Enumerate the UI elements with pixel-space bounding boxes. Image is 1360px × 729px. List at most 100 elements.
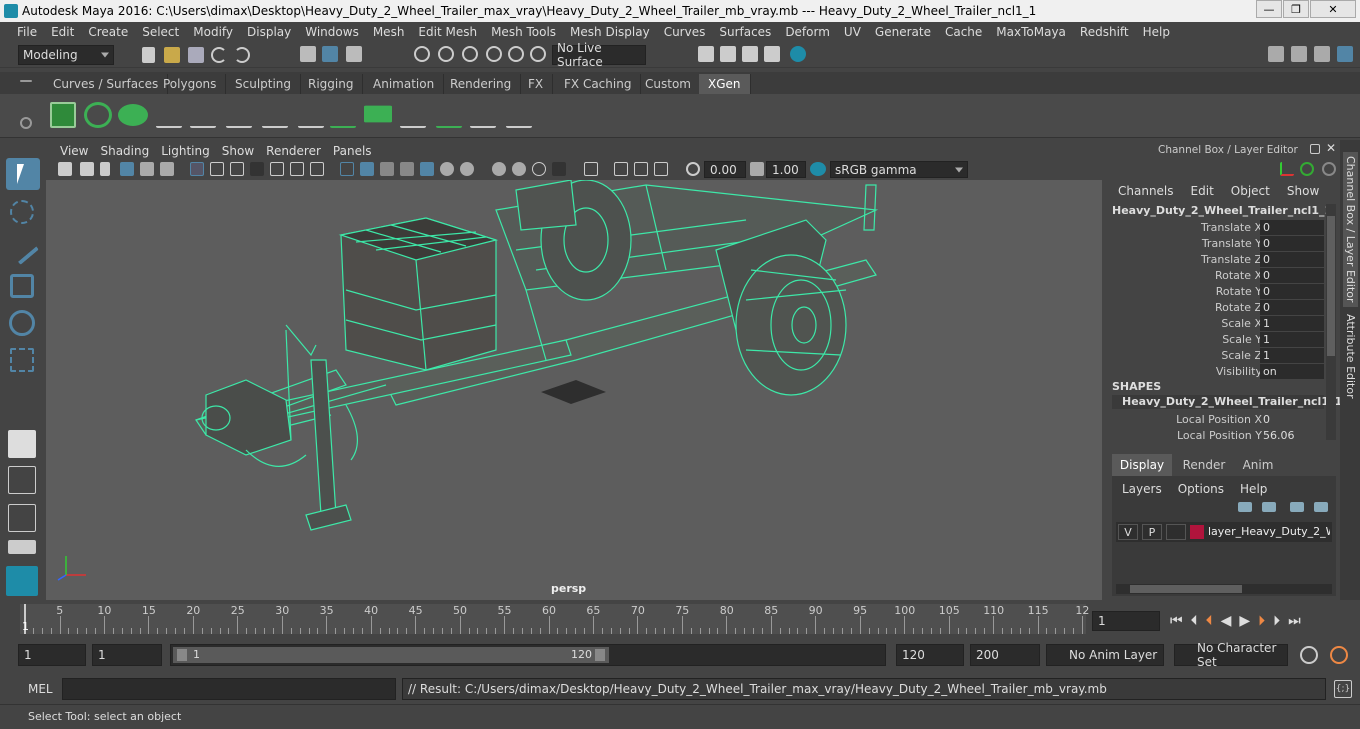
select-by-hierarchy-icon[interactable]	[300, 46, 316, 62]
character-set-dropdown[interactable]: No Character Set	[1174, 641, 1288, 669]
menu-edit-mesh[interactable]: Edit Mesh	[411, 25, 484, 39]
smooth-shade-icon[interactable]	[360, 162, 374, 176]
layer-row[interactable]: V P layer_Heavy_Duty_2_Wheel_Trailer	[1116, 522, 1332, 542]
menu-select[interactable]: Select	[135, 25, 186, 39]
menu-mesh-display[interactable]: Mesh Display	[563, 25, 657, 39]
resolution-gate-icon[interactable]	[230, 162, 244, 176]
hypershade-icon[interactable]	[790, 46, 806, 62]
gamma-icon[interactable]	[750, 162, 764, 176]
move-tool-icon[interactable]	[10, 274, 34, 298]
menu-create[interactable]: Create	[81, 25, 135, 39]
undo-icon[interactable]	[211, 47, 227, 63]
maximize-button[interactable]: ❐	[1283, 0, 1309, 18]
menu-deform[interactable]: Deform	[778, 25, 837, 39]
select-tool-icon[interactable]	[6, 158, 40, 190]
object-name[interactable]: Heavy_Duty_2_Wheel_Trailer_ncl1_1	[1112, 204, 1332, 217]
field-chart-icon[interactable]	[270, 162, 284, 176]
menu-surfaces[interactable]: Surfaces	[712, 25, 778, 39]
backface-culling-icon[interactable]	[654, 162, 668, 176]
playback-end-field[interactable]: 120	[896, 644, 964, 666]
grease-pencil-icon[interactable]	[160, 162, 174, 176]
attr-scale-x[interactable]: Scale X1	[1104, 316, 1340, 332]
shelf-tab-curves-surfaces[interactable]: Curves / Surfaces	[44, 74, 169, 94]
show-guides-icon[interactable]	[262, 100, 288, 128]
exposure-icon[interactable]	[686, 162, 700, 176]
step-back-key-icon[interactable]: ⏴	[1206, 613, 1213, 629]
shelf-tab-rendering[interactable]: Rendering	[441, 74, 522, 94]
two-d-pan-zoom-icon[interactable]	[140, 162, 154, 176]
attr-scale-z[interactable]: Scale Z1	[1104, 348, 1340, 364]
shelf-tab-animation[interactable]: Animation	[364, 74, 445, 94]
attr-local-position-y[interactable]: Local Position Y 56.06	[1104, 428, 1340, 444]
bookmark-icon[interactable]	[100, 162, 110, 176]
range-slider-handle[interactable]: 1 120	[173, 647, 609, 663]
xgen-preview-icon[interactable]	[84, 102, 112, 128]
layer-hscrollbar[interactable]	[1116, 584, 1332, 594]
anim-layer-dropdown[interactable]: No Anim Layer	[1046, 644, 1164, 666]
new-layer-selected-icon[interactable]	[1314, 502, 1328, 512]
animation-start-field[interactable]: 1	[18, 644, 86, 666]
isolate-select-icon[interactable]	[552, 162, 566, 176]
viewport-menu-panels[interactable]: Panels	[327, 144, 378, 158]
snap-point-icon[interactable]	[462, 46, 478, 62]
attr-value[interactable]: 0	[1260, 284, 1324, 299]
attr-value[interactable]: 1	[1260, 332, 1324, 347]
wireframe-on-shaded-icon[interactable]	[380, 162, 394, 176]
menu-generate[interactable]: Generate	[868, 25, 938, 39]
attr-value[interactable]: 0	[1260, 252, 1324, 267]
channel-scrollbar-thumb[interactable]	[1327, 216, 1335, 356]
render-settings-icon[interactable]	[764, 46, 780, 62]
grid-icon[interactable]	[190, 162, 204, 176]
depth-of-field-icon[interactable]	[532, 162, 546, 176]
viewport-menu-view[interactable]: View	[54, 144, 94, 158]
xray-icon[interactable]	[584, 162, 598, 176]
layer-display-type-toggle[interactable]	[1166, 524, 1186, 540]
use-all-lights-icon[interactable]	[420, 162, 434, 176]
motion-blur-icon[interactable]	[492, 162, 506, 176]
show-menu[interactable]: Show	[1287, 184, 1319, 198]
textured-icon[interactable]	[400, 162, 414, 176]
layer-tab-anim[interactable]: Anim	[1234, 454, 1282, 476]
tool-settings-icon[interactable]	[1314, 46, 1330, 62]
single-perspective-layout-icon[interactable]	[8, 430, 36, 458]
edit-menu[interactable]: Edit	[1191, 184, 1214, 198]
channel-box-toggle-icon[interactable]	[1337, 46, 1353, 62]
new-scene-icon[interactable]	[142, 47, 155, 63]
shadows-icon[interactable]	[440, 162, 454, 176]
layer-visibility-toggle[interactable]: V	[1118, 524, 1138, 540]
mode-dropdown[interactable]: Modeling	[18, 45, 114, 65]
close-button[interactable]: ✕	[1310, 0, 1356, 18]
range-end-grip[interactable]	[595, 649, 605, 661]
attr-visibility[interactable]: Visibility on	[1104, 364, 1340, 380]
save-scene-icon[interactable]	[188, 47, 204, 63]
attr-value[interactable]: 0	[1260, 236, 1324, 251]
xray-joints-icon[interactable]	[614, 162, 628, 176]
layer-tab-render[interactable]: Render	[1176, 454, 1232, 476]
render-view-icon[interactable]	[698, 46, 714, 62]
screen-space-ao-icon[interactable]	[460, 162, 474, 176]
menu-edit[interactable]: Edit	[44, 25, 81, 39]
attr-translate-y[interactable]: Translate Y0	[1104, 236, 1340, 252]
shelf-tab-fx[interactable]: FX	[519, 74, 554, 94]
shape-name[interactable]: Heavy_Duty_2_Wheel_Trailer_ncl1_1...	[1112, 395, 1355, 409]
menu-cache[interactable]: Cache	[938, 25, 989, 39]
safe-action-icon[interactable]	[290, 162, 304, 176]
maya-home-icon[interactable]	[6, 566, 38, 596]
step-back-frame-icon[interactable]: ⏴	[1191, 613, 1198, 629]
auto-key-icon[interactable]	[1300, 646, 1318, 664]
current-frame-field[interactable]: 1	[1092, 611, 1160, 631]
xgen-guides-icon[interactable]	[156, 100, 182, 128]
attr-rotate-x[interactable]: Rotate X0	[1104, 268, 1340, 284]
attr-value[interactable]: 0	[1260, 220, 1324, 235]
gamma-field[interactable]: 1.00	[766, 161, 806, 178]
animation-preferences-icon[interactable]	[1330, 646, 1348, 664]
channels-menu[interactable]: Channels	[1118, 184, 1174, 198]
attr-value[interactable]: 0	[1260, 300, 1324, 315]
minimize-button[interactable]: —	[1256, 0, 1282, 18]
script-editor-icon[interactable]: {;}	[1334, 680, 1352, 698]
graph-editor-layout-icon[interactable]	[8, 540, 36, 554]
viewport-menu-lighting[interactable]: Lighting	[155, 144, 216, 158]
step-forward-key-icon[interactable]: ⏵	[1258, 613, 1265, 629]
step-forward-frame-icon[interactable]: ⏵	[1273, 613, 1280, 629]
range-slider[interactable]: 1 120	[170, 644, 886, 666]
